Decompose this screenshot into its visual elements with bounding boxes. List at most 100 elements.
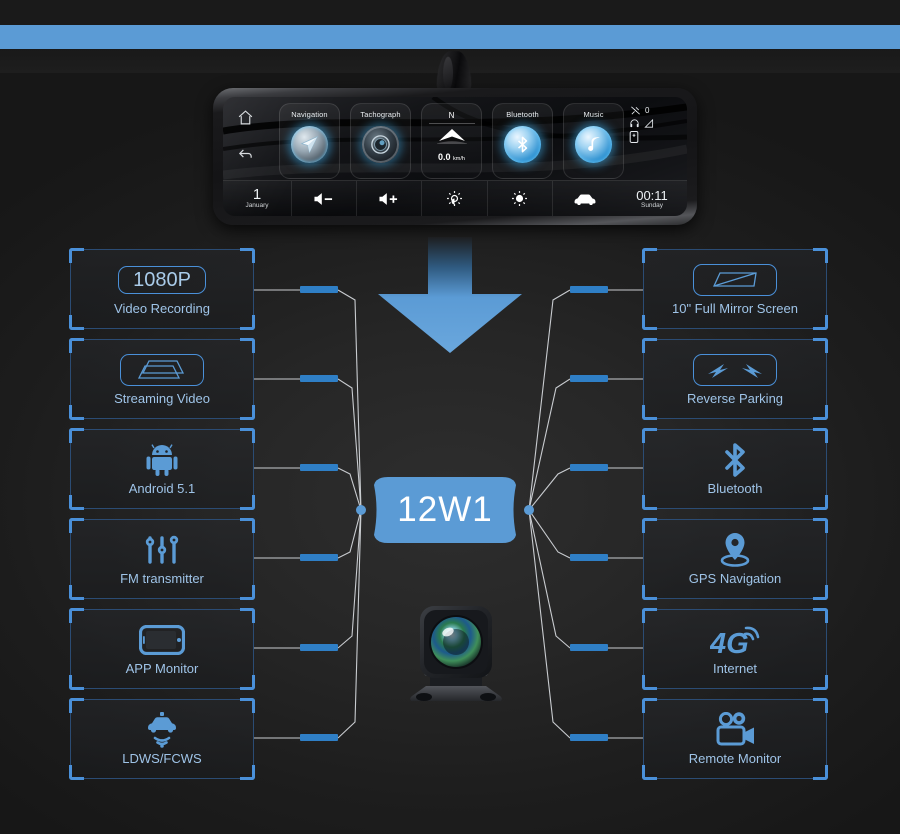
feature-label: Streaming Video — [114, 391, 210, 406]
connector-dash — [300, 644, 338, 651]
map-pin-icon — [716, 532, 754, 568]
back-arrow-icon[interactable] — [237, 145, 254, 167]
sim-status — [629, 131, 679, 143]
bluetooth-icon — [504, 126, 541, 163]
volume-down-icon — [314, 192, 333, 205]
mirror-touchscreen[interactable]: Navigation Tachograph N 0.0 km/h Bluetoo… — [223, 97, 687, 216]
connector-dash — [300, 375, 338, 382]
app-tile-row: Navigation Tachograph N 0.0 km/h Bluetoo… — [279, 103, 624, 179]
car-icon — [574, 194, 596, 205]
feature-box-gps-navigation[interactable]: GPS Navigation — [642, 518, 828, 600]
infographic-canvas: Navigation Tachograph N 0.0 km/h Bluetoo… — [0, 0, 900, 834]
feature-box-reverse-parking[interactable]: Reverse Parking — [642, 338, 828, 420]
satellite-count: 0 — [645, 106, 650, 115]
connector-dash — [300, 464, 338, 471]
volume-down-button[interactable] — [291, 181, 356, 216]
feature-label: Internet — [712, 661, 758, 676]
feature-box-bluetooth[interactable]: Bluetooth — [642, 428, 828, 510]
streaming-video-icon — [120, 352, 204, 388]
home-icon[interactable] — [237, 109, 254, 131]
satellite-off-icon — [631, 106, 640, 115]
feature-box-ldws-fcws[interactable]: LDWS/FCWS — [69, 698, 255, 780]
tile-label: Navigation — [291, 110, 328, 119]
car-sensor-icon — [142, 712, 182, 748]
satellite-status: 0 — [629, 105, 679, 116]
tile-bluetooth[interactable]: Bluetooth — [492, 103, 553, 179]
brightness-high-icon — [512, 191, 528, 206]
feature-label: LDWS/FCWS — [122, 751, 202, 766]
speed-unit: km/h — [453, 156, 465, 162]
android-robot-icon — [146, 442, 178, 478]
feature-box-remote-monitor[interactable]: Remote Monitor — [642, 698, 828, 780]
connector-dash — [570, 734, 608, 741]
tile-label: Tachograph — [360, 110, 401, 119]
tile-tachograph[interactable]: Tachograph — [350, 103, 411, 179]
feature-label: APP Monitor — [125, 661, 199, 676]
car-view-button[interactable] — [551, 181, 617, 216]
tile-music[interactable]: Music — [563, 103, 624, 179]
svg-text:4G: 4G — [710, 628, 749, 659]
brightness-low-icon — [447, 191, 462, 206]
music-note-icon — [575, 126, 612, 163]
audio-signal-status — [629, 118, 679, 129]
feature-label: FM transmitter — [120, 571, 204, 586]
compass-heading: N — [448, 111, 455, 120]
down-arrow — [372, 237, 528, 358]
camera-lens-icon — [362, 126, 399, 163]
tile-label: Music — [583, 110, 604, 119]
feature-label: Android 5.1 — [128, 481, 196, 496]
headphone-icon — [630, 119, 639, 128]
feature-label: Remote Monitor — [688, 751, 782, 766]
volume-up-icon — [379, 192, 398, 205]
resolution-badge-icon: 1080P — [118, 262, 206, 298]
mirror-screen-icon — [693, 262, 777, 298]
rearview-mirror-device: Navigation Tachograph N 0.0 km/h Bluetoo… — [205, 50, 705, 235]
smartphone-icon — [139, 622, 185, 658]
tile-navigation[interactable]: Navigation — [279, 103, 340, 179]
volume-up-button[interactable] — [356, 181, 421, 216]
compass-divider — [428, 123, 475, 124]
mirror-bezel: Navigation Tachograph N 0.0 km/h Bluetoo… — [213, 88, 697, 225]
feature-label: Reverse Parking — [686, 391, 784, 406]
brightness-low-button[interactable] — [421, 181, 486, 216]
connector-dash — [570, 554, 608, 561]
mirror-bottom-bar: 1 January 00:11 Sunday — [223, 180, 687, 216]
feature-box-streaming-video[interactable]: Streaming Video — [69, 338, 255, 420]
feature-label: Bluetooth — [707, 481, 763, 496]
connector-dash — [570, 375, 608, 382]
connector-dash — [300, 554, 338, 561]
bluetooth-icon — [722, 442, 748, 478]
feature-box-video-recording[interactable]: 1080P Video Recording — [69, 248, 255, 330]
connector-dash — [300, 286, 338, 293]
rear-view-camera — [398, 600, 514, 712]
brightness-high-button[interactable] — [486, 181, 552, 216]
navigation-arrow-icon — [291, 126, 328, 163]
top-blue-band — [0, 25, 900, 49]
clock-display: 00:11 Sunday — [617, 189, 687, 209]
connector-dash — [300, 734, 338, 741]
feature-label: Video Recording — [114, 301, 210, 316]
tile-compass-speed[interactable]: N 0.0 km/h — [421, 103, 482, 179]
feature-box-fm-transmitter[interactable]: FM transmitter — [69, 518, 255, 600]
fm-slider-icon — [143, 532, 181, 568]
date-display: 1 January — [223, 186, 291, 209]
clock-weekday: Sunday — [640, 201, 664, 209]
sim-card-icon — [629, 131, 639, 143]
feature-label: GPS Navigation — [688, 571, 782, 586]
signal-triangle-icon — [644, 118, 654, 128]
video-camera-icon — [713, 712, 757, 748]
feature-box-internet[interactable]: 4G Internet — [642, 608, 828, 690]
connector-dash — [570, 644, 608, 651]
badge-label: 12W1 — [397, 490, 493, 529]
connector-dash — [570, 286, 608, 293]
tile-label: Bluetooth — [506, 110, 539, 119]
date-month: January — [245, 202, 269, 209]
parking-sensor-icon — [693, 352, 777, 388]
feature-box-app-monitor[interactable]: APP Monitor — [69, 608, 255, 690]
feature-box-mirror-screen[interactable]: 10" Full Mirror Screen — [642, 248, 828, 330]
feature-box-android[interactable]: Android 5.1 — [69, 428, 255, 510]
compass-arrow-icon — [436, 128, 467, 149]
top-dark-strip — [0, 0, 900, 25]
date-day: 1 — [252, 186, 262, 203]
connector-dash — [570, 464, 608, 471]
